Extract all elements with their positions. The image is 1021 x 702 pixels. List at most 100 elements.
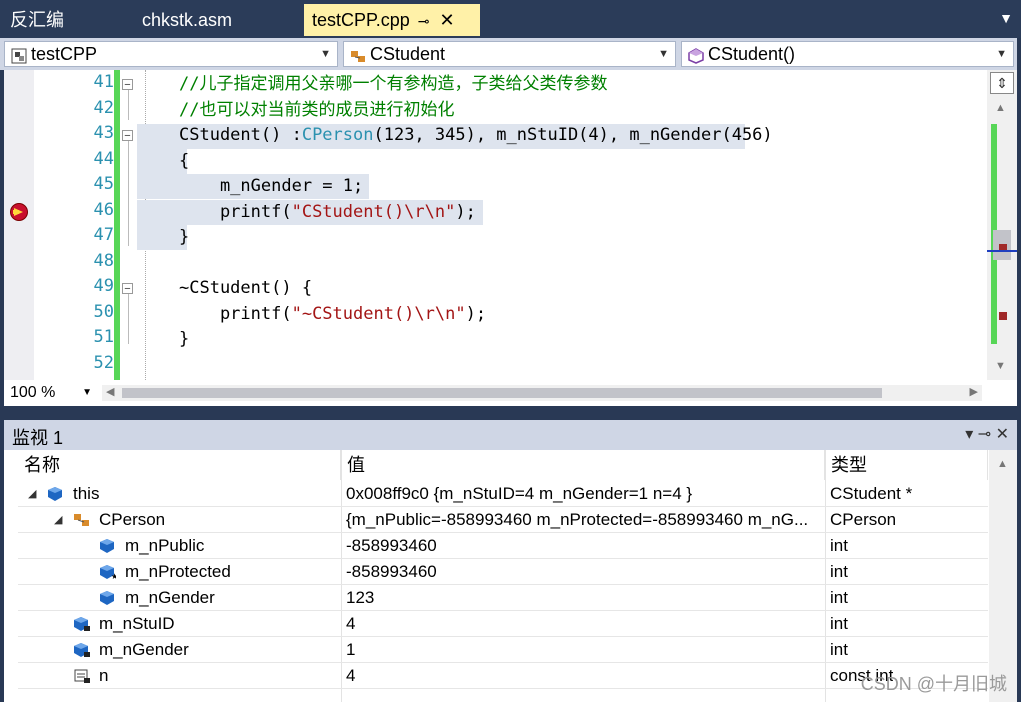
code-line: printf("CStudent()\r\n");: [179, 200, 476, 225]
scroll-down-icon[interactable]: ▼: [995, 360, 1006, 372]
tab-testcpp-cpp[interactable]: testCPP.cpp ⊸ ✕: [304, 4, 480, 36]
code-line: }: [179, 329, 190, 349]
watch-grid[interactable]: 名称 值 类型 ◢ this 0x008ff9c0 {m_nStuID=4 m_…: [4, 450, 1017, 702]
watch-value[interactable]: 0x008ff9c0 {m_nStuID=4 m_nGender=1 n=4 }: [346, 481, 826, 507]
zoom-dropdown[interactable]: 100 % ▼: [6, 382, 96, 404]
line-number: 45: [93, 174, 114, 194]
watch-row[interactable]: n 4 const int: [18, 663, 988, 689]
line-number: 48: [93, 251, 114, 271]
watch-type: CPerson: [830, 510, 897, 529]
project-name: testCPP: [31, 44, 98, 64]
line-number: 41: [93, 72, 114, 92]
watch-type: int: [830, 588, 848, 607]
class-icon: [350, 46, 366, 62]
watch-value[interactable]: 4: [346, 663, 826, 689]
watch-value[interactable]: 123: [346, 585, 826, 611]
watch-name: n: [99, 666, 109, 685]
tab-chkstk-asm[interactable]: chkstk.asm: [142, 4, 232, 36]
tab-label: chkstk.asm: [142, 10, 233, 30]
tab-label: 反汇编: [10, 10, 64, 30]
fold-toggle-icon[interactable]: −: [122, 283, 133, 295]
watch-row[interactable]: m_nStuID 4 int: [18, 611, 988, 637]
watch-value[interactable]: {m_nPublic=-858993460 m_nProtected=-8589…: [346, 507, 826, 533]
watch-row[interactable]: ★ m_nProtected -858993460 int: [18, 559, 988, 585]
code-line-destructor: ~CStudent() {: [179, 278, 313, 298]
class-dropdown[interactable]: CStudent ▼: [343, 41, 676, 67]
method-icon: [688, 46, 704, 64]
watch-value[interactable]: -858993460: [346, 533, 826, 559]
code-line: {: [179, 151, 190, 171]
scroll-left-icon[interactable]: ◀: [106, 385, 114, 398]
constant-icon: [74, 669, 90, 683]
vertical-scrollbar[interactable]: ⇕ ▲ ▼: [987, 70, 1017, 380]
fold-guide: [128, 141, 129, 246]
code-editor[interactable]: 41 42 43 44 45 46 47 48 49 50 51 52 − − …: [4, 70, 1017, 380]
watch-name: this: [73, 484, 100, 503]
member-dropdown[interactable]: CStudent() ▼: [681, 41, 1014, 67]
code-token-string: "CStudent()\r\n": [291, 202, 456, 222]
watch-row[interactable]: m_nPublic -858993460 int: [18, 533, 988, 559]
variable-icon: [48, 487, 62, 501]
close-icon[interactable]: ✕: [439, 10, 454, 30]
protected-field-icon: ★: [100, 565, 118, 581]
watch-row[interactable]: m_nGender 1 int: [18, 637, 988, 663]
private-field-icon: [74, 643, 90, 657]
code-line: m_nGender = 1;: [179, 176, 364, 196]
field-icon: [100, 539, 114, 553]
scroll-thumb[interactable]: [122, 388, 882, 398]
breakpoint-current-statement-icon[interactable]: [10, 203, 28, 221]
code-line-comment: //也可以对当前类的成员进行初始化: [179, 100, 455, 120]
chevron-down-icon: ▼: [658, 48, 669, 60]
scroll-right-icon[interactable]: ▶: [970, 385, 978, 398]
column-header-name[interactable]: 名称: [18, 450, 341, 480]
project-icon: [11, 46, 27, 64]
watch-row[interactable]: ◢ this 0x008ff9c0 {m_nStuID=4 m_nGender=…: [18, 481, 988, 507]
collapse-triangle-icon[interactable]: ◢: [28, 481, 36, 507]
code-text-area[interactable]: //儿子指定调用父亲哪一个有参构造，子类给父类传参数 //也可以对当前类的成员进…: [149, 70, 987, 380]
editor-bottom-bar: 100 % ▼ ◀ ▶: [4, 380, 1017, 406]
line-number: 50: [93, 302, 114, 322]
line-number: 43: [93, 123, 114, 143]
watch-vertical-scrollbar[interactable]: ▲: [989, 450, 1017, 702]
code-token-type: CPerson: [301, 125, 374, 145]
watch-name: m_nPublic: [125, 536, 205, 555]
base-class-icon: [74, 513, 89, 527]
fold-toggle-icon[interactable]: −: [122, 79, 133, 91]
watch-name: CPerson: [99, 510, 166, 529]
project-dropdown[interactable]: testCPP ▼: [4, 41, 338, 67]
watch-row[interactable]: ◢ CPerson {m_nPublic=-858993460 m_nProte…: [18, 507, 988, 533]
line-number: 42: [93, 98, 114, 118]
collapse-triangle-icon[interactable]: ◢: [54, 507, 62, 533]
class-name: CStudent: [370, 44, 446, 64]
watch-name: m_nGender: [99, 640, 189, 659]
tab-overflow-menu-icon[interactable]: ▼: [999, 10, 1013, 26]
fold-toggle-icon[interactable]: −: [122, 130, 133, 142]
watch-row[interactable]: m_nGender 123 int: [18, 585, 988, 611]
watch-type: CStudent *: [830, 484, 913, 503]
watch-value[interactable]: -858993460: [346, 559, 826, 585]
scroll-up-icon[interactable]: ▲: [997, 458, 1008, 470]
code-token: CStudent() :: [179, 125, 302, 145]
scroll-up-icon[interactable]: ▲: [995, 102, 1006, 114]
code-token-string: "~CStudent()\r\n": [291, 304, 466, 324]
pin-icon[interactable]: ⊸: [418, 13, 430, 29]
watch-type: int: [830, 562, 848, 581]
line-number: 52: [93, 353, 114, 373]
code-token: printf(: [179, 202, 292, 222]
horizontal-scrollbar[interactable]: ◀ ▶: [102, 385, 982, 401]
code-line: printf("~CStudent()\r\n");: [179, 302, 486, 327]
chevron-down-icon: ▼: [320, 48, 331, 60]
fold-guide: [128, 294, 129, 344]
watch-value[interactable]: 4: [346, 611, 826, 637]
column-header-type[interactable]: 类型: [825, 450, 988, 480]
tab-disassembly[interactable]: 反汇编: [10, 4, 64, 36]
split-window-icon[interactable]: ⇕: [990, 72, 1014, 94]
tab-label: testCPP.cpp: [312, 10, 410, 30]
watch-panel-titlebar: 监视 1 ▾ ⊸ ✕: [4, 420, 1017, 450]
watch-value[interactable]: 1: [346, 637, 826, 663]
watch-type: int: [830, 536, 848, 555]
member-name: CStudent(): [708, 44, 796, 64]
breakpoint-margin[interactable]: [4, 70, 34, 380]
column-header-value[interactable]: 值: [341, 450, 825, 480]
panel-window-buttons[interactable]: ▾ ⊸ ✕: [965, 424, 1009, 444]
